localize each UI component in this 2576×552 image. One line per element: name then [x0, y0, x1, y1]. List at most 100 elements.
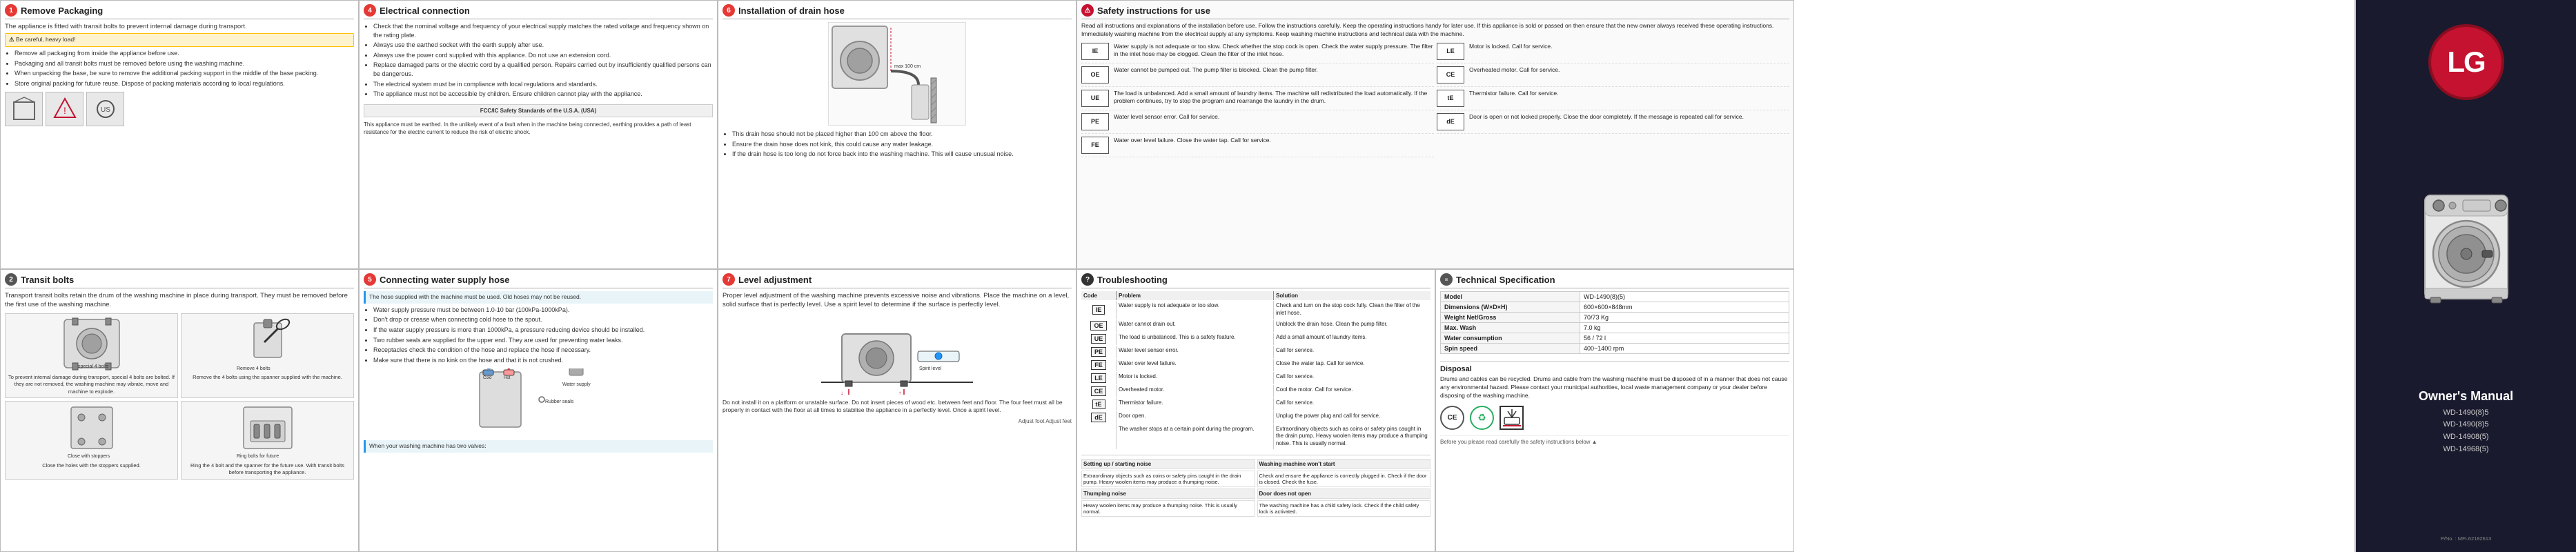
trouble-solution-6: Cool the motor. Call for service.: [1274, 385, 1430, 397]
section-number-1: 1: [5, 4, 17, 17]
section-level-adjustment: 7 Level adjustment Proper level adjustme…: [718, 269, 1076, 552]
trouble-code-4: FE: [1081, 359, 1116, 371]
transit-diagram-3-label: Close the holes with the stoppers suppli…: [8, 462, 175, 470]
brand-top: LG: [2428, 10, 2504, 100]
electrical-notice: This appliance must be earthed. In the u…: [364, 121, 713, 136]
section-number-4: 4: [364, 4, 376, 17]
trouble-row-0: IE Water supply is not adequate or too s…: [1081, 301, 1430, 319]
model-2: WD-1490(8)5: [2419, 419, 2513, 431]
section-body-level: Proper level adjustment of the washing m…: [722, 291, 1072, 426]
section-header-level: 7 Level adjustment: [722, 273, 1072, 288]
spec-label-spin: Spin speed: [1441, 344, 1580, 354]
trouble-extra-col-left: Setting up / starting noise Extraordinar…: [1081, 459, 1255, 517]
section-number-6: 6: [722, 4, 735, 17]
trouble-problem-7: Thermistor failure.: [1117, 398, 1273, 411]
requirements-note: Before you please read carefully the saf…: [1440, 435, 1789, 445]
bullet-3: When unpacking the base, be sure to remo…: [14, 69, 354, 78]
safety-col-right: LE Motor is locked. Call for service. CE…: [1437, 43, 1789, 160]
trouble-extra-col-right: Washing machine won't start Check and en…: [1257, 459, 1431, 517]
trouble-solution-2: Add a small amount of laundry items.: [1274, 333, 1430, 345]
section-icon-trouble: ?: [1081, 273, 1094, 286]
section-title-safety: Safety instructions for use: [1097, 6, 1210, 16]
packaging-diagram-3: US: [86, 92, 124, 126]
trouble-solution-8: Unplug the power plug and call for servi…: [1274, 411, 1430, 424]
trouble-door-text: The washing machine has a child safety l…: [1257, 500, 1431, 517]
transit-diagrams-grid: special 4 bolts To prevent internal dama…: [5, 313, 354, 480]
safety-sym-fe: FE: [1081, 137, 1109, 154]
spec-value-model: WD-1490(8)(5): [1580, 292, 1789, 302]
packaging-diagrams: ! US: [5, 92, 354, 126]
water-bullet-5: Receptacles check the condition of the h…: [373, 346, 713, 355]
svg-text:Hot: Hot: [504, 376, 511, 380]
section-troubleshooting: ? Troubleshooting Code Problem Solution …: [1076, 269, 1435, 552]
trouble-solution-1: Unblock the drain hose. Clean the pump f…: [1274, 319, 1430, 332]
svg-text:!: !: [63, 105, 66, 116]
spec-label-model: Model: [1441, 292, 1580, 302]
trouble-problem-9: The washer stops at a certain point duri…: [1117, 424, 1273, 449]
wrench-icon: US: [92, 95, 119, 123]
section-number-7: 7: [722, 273, 735, 286]
remove-packaging-warning: ⚠ Be careful, heavy load!: [5, 33, 354, 47]
safety-sym-ce: CE: [1437, 66, 1464, 83]
trouble-row-2: UE The load is unbalanced. This is a saf…: [1081, 333, 1430, 345]
trouble-code-9: [1081, 424, 1116, 449]
trouble-problem-8: Door open.: [1117, 411, 1273, 424]
trouble-door-label: Door does not open: [1257, 489, 1431, 499]
safety-col-left: IE Water supply is not adequate or too s…: [1081, 43, 1434, 160]
level-adjust-note: Adjust foot Adjust feet: [722, 417, 1072, 425]
disposal-title: Disposal: [1440, 365, 1789, 373]
section-title-electrical: Electrical connection: [380, 6, 470, 16]
transit-svg-2: Remove 4 bolts: [233, 316, 302, 371]
trouble-row-5: LE Motor is locked. Call for service.: [1081, 372, 1430, 384]
section-body-transit: Transport transit bolts retain the drum …: [5, 291, 354, 480]
drain-bullet-2: Ensure the drain hose does not kink, thi…: [732, 140, 1072, 149]
spec-row-model: Model WD-1490(8)(5): [1441, 292, 1789, 302]
transit-diagram-2-label: Remove the 4 bolts using the spanner sup…: [184, 374, 351, 382]
trouble-code-5: LE: [1081, 372, 1116, 384]
trouble-row-6: CE Overheated motor. Cool the motor. Cal…: [1081, 385, 1430, 397]
water-hose-note: The hose supplied with the machine must …: [364, 291, 713, 304]
section-number-transit: 2: [5, 273, 17, 286]
trouble-row-1: OE Water cannot drain out. Unblock the d…: [1081, 319, 1430, 332]
bullet-1: Remove all packaging from inside the app…: [14, 49, 354, 58]
safety-text-ie: Water supply is not adequate or too slow…: [1114, 43, 1434, 59]
disposal-section: Disposal Drums and cables can be recycle…: [1440, 361, 1789, 430]
safety-text-te: Thermistor failure. Call for service.: [1469, 90, 1789, 97]
water-bullet-3: If the water supply pressure is more tha…: [373, 326, 713, 335]
trouble-code-3: PE: [1081, 346, 1116, 358]
box-icon: [10, 95, 38, 123]
trouble-problem-4: Water over level failure.: [1117, 359, 1273, 371]
spec-label-wash: Max. Wash: [1441, 323, 1580, 333]
bottom-note: P/No. : MFL62182613: [2441, 535, 2491, 542]
section-water-hose: 5 Connecting water supply hose The hose …: [359, 269, 718, 552]
trouble-code-7: tE: [1081, 398, 1116, 411]
section-icon-tech: ≡: [1440, 273, 1453, 286]
section-header-electrical: 4 Electrical connection: [364, 4, 713, 19]
safety-codes-grid: IE Water supply is not adequate or too s…: [1081, 43, 1789, 160]
packaging-diagram-2: !: [46, 92, 83, 126]
washer-svg: [2411, 181, 2521, 306]
drain-hose-svg: max 100 cm: [828, 22, 966, 126]
drain-bullet-3: If the drain hose is too long do not for…: [732, 150, 1072, 159]
trouble-row-9: The washer stops at a certain point duri…: [1081, 424, 1430, 449]
trouble-row-8: dE Door open. Unplug the power plug and …: [1081, 411, 1430, 424]
manual-info: Owner's Manual WD-1490(8)5 WD-1490(8)5 W…: [2419, 389, 2513, 455]
section-title-level: Level adjustment: [738, 275, 812, 285]
section-safety: ⚠ Safety instructions for use Read all i…: [1076, 0, 1794, 269]
transit-diagram-1-label: To prevent internal damage during transp…: [8, 374, 175, 396]
water-hose-diagram: Cold Hot Water supply Rubber seals: [364, 368, 713, 437]
svg-text:↓: ↓: [840, 390, 843, 396]
section-title-water: Connecting water supply hose: [380, 275, 510, 285]
safety-text-ue: The load is unbalanced. Add a small amou…: [1114, 90, 1434, 106]
trouble-col-problem: Problem: [1117, 291, 1273, 300]
water-hose-svg: Cold Hot Water supply Rubber seals: [476, 368, 600, 437]
svg-text:US: US: [101, 106, 110, 114]
trouble-solution-7: Call for service.: [1274, 398, 1430, 411]
transit-diagram-4-label: Ring the 4 bolt and the spanner for the …: [184, 462, 351, 477]
warning-triangle-icon: !: [51, 95, 79, 123]
trouble-col-solution: Solution: [1274, 291, 1430, 300]
spec-label-weight: Weight Net/Gross: [1441, 313, 1580, 323]
water-hose-bullets: Water supply pressure must be between 1.…: [364, 306, 713, 365]
safety-row-te: tE Thermistor failure. Call for service.: [1437, 90, 1789, 110]
tech-spec-body: Model WD-1490(8)(5) Dimensions (W×D×H) 6…: [1440, 291, 1789, 445]
